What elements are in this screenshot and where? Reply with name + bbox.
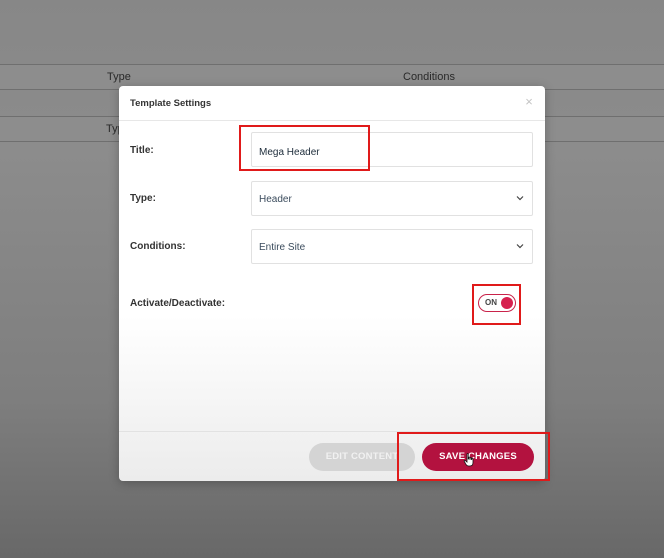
title-label: Title: [130, 145, 154, 156]
modal-title: Template Settings [130, 98, 212, 109]
title-input[interactable]: Mega Header [251, 132, 533, 167]
chevron-down-icon [516, 244, 524, 249]
save-changes-button[interactable]: SAVE CHANGES [422, 443, 534, 471]
toggle-knob [501, 297, 513, 309]
type-select[interactable]: Header [251, 181, 533, 216]
conditions-select[interactable]: Entire Site [251, 229, 533, 264]
type-label: Type: [130, 193, 156, 204]
modal-header: Template Settings × [119, 86, 545, 121]
conditions-select-value: Entire Site [259, 242, 306, 253]
background-col-conditions: Conditions [403, 71, 455, 83]
chevron-down-icon [516, 196, 524, 201]
background-col-type: Type [107, 71, 131, 83]
close-icon[interactable]: × [523, 95, 535, 108]
modal-footer: EDIT CONTENT SAVE CHANGES [119, 431, 545, 481]
title-input-value: Mega Header [259, 147, 320, 158]
activate-label: Activate/Deactivate: [130, 298, 226, 309]
hand-cursor-icon [463, 453, 474, 467]
edit-content-button[interactable]: EDIT CONTENT [309, 443, 415, 471]
conditions-label: Conditions: [130, 241, 186, 252]
activate-toggle[interactable]: ON [478, 294, 516, 312]
template-settings-modal: Template Settings × Title: Mega Header T… [119, 86, 545, 481]
toggle-state-label: ON [485, 298, 497, 307]
type-select-value: Header [259, 194, 292, 205]
